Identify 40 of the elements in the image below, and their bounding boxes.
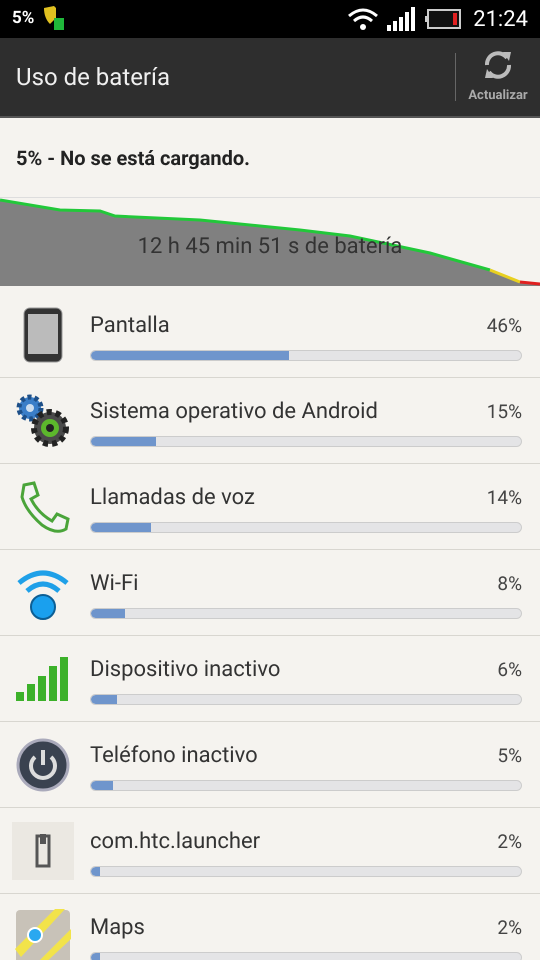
usage-percent: 2% <box>497 828 522 854</box>
clock: 21:24 <box>473 6 528 34</box>
power-icon <box>16 738 70 792</box>
shield-icon <box>42 6 66 32</box>
refresh-button[interactable]: Actualizar <box>456 38 540 116</box>
wifi-icon <box>347 7 380 31</box>
usage-row[interactable]: Dispositivo inactivo 6% <box>0 636 540 722</box>
signal-icon <box>387 7 418 31</box>
battery-icon <box>425 9 462 29</box>
usage-name: Wi-Fi <box>89 570 138 598</box>
usage-row[interactable]: Pantalla 46% <box>0 292 540 378</box>
gears-icon <box>14 392 72 450</box>
usage-row[interactable]: Llamadas de voz 14% <box>0 464 540 550</box>
usage-row[interactable]: Maps 2% <box>0 894 540 960</box>
usage-percent: 5% <box>497 742 522 768</box>
signal-bars-icon <box>15 656 71 702</box>
usage-row[interactable]: Sistema operativo de Android 15% <box>0 378 540 464</box>
usage-percent: 2% <box>497 914 522 940</box>
usage-name: Dispositivo inactivo <box>89 656 280 684</box>
usage-name: Pantalla <box>89 312 170 340</box>
app-icon <box>12 822 74 880</box>
usage-name: Maps <box>89 914 145 942</box>
map-icon <box>15 908 71 960</box>
charge-status: 5% - No se está cargando. <box>16 144 250 172</box>
usage-name: Teléfono inactivo <box>89 742 258 770</box>
usage-row[interactable]: Wi-Fi 8% <box>0 550 540 636</box>
phone-icon <box>23 306 63 362</box>
usage-name: Sistema operativo de Android <box>89 398 378 426</box>
battery-duration: 12 h 45 min 51 s de batería <box>138 233 402 261</box>
usage-row[interactable]: com.htc.launcher 2% <box>0 808 540 894</box>
screen-title: Uso de batería <box>15 62 172 93</box>
usage-percent: 15% <box>486 398 522 424</box>
usage-name: com.htc.launcher <box>89 828 260 856</box>
usage-percent: 6% <box>497 656 522 682</box>
battery-percent: 5% <box>12 7 34 30</box>
usage-percent: 14% <box>486 484 522 510</box>
usage-row[interactable]: Teléfono inactivo 5% <box>0 722 540 808</box>
usage-name: Llamadas de voz <box>89 484 255 512</box>
usage-percent: 46% <box>486 312 522 338</box>
usage-percent: 8% <box>497 570 522 596</box>
